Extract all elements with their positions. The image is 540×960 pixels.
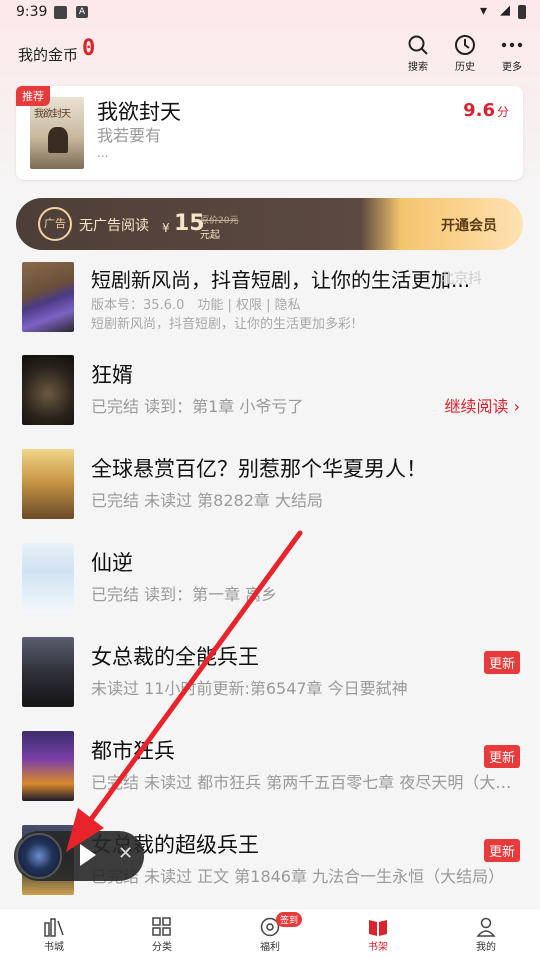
book-cover[interactable]: [22, 637, 74, 707]
update-badge: 更新: [483, 839, 520, 862]
book-title: 全球悬赏百亿？别惹那个华夏男人！: [91, 457, 427, 481]
book-cover[interactable]: [22, 449, 74, 519]
coin-value[interactable]: 0: [82, 36, 95, 61]
app-notification-icon: A: [76, 6, 88, 18]
ad-cover[interactable]: [22, 262, 74, 332]
coin-label: 我的金币: [18, 46, 79, 64]
bookshelf-icon: [369, 920, 387, 936]
recommend-badge: 推荐: [16, 86, 50, 106]
nav-category[interactable]: 分类: [132, 917, 192, 953]
book-cover[interactable]: [22, 543, 74, 613]
category-icon: [152, 917, 171, 936]
update-badge: 更新: [483, 651, 520, 674]
search-label: 搜索: [408, 62, 428, 73]
battery-icon: [518, 5, 526, 19]
nav-label: 分类: [152, 942, 172, 953]
book-info: 已完结 未读过 都市狂兵 第两千五百零七章 夜尽天明（大结局）: [91, 773, 526, 792]
list-item[interactable]: 狂婿 已完结 读到：第1章 小爷亏了 继续阅读 ›: [0, 355, 540, 449]
nav-profile[interactable]: 我的: [456, 917, 516, 953]
search-button[interactable]: 搜索: [400, 34, 436, 73]
history-button[interactable]: 历史: [447, 34, 483, 73]
profile-icon: [476, 917, 496, 937]
recommend-card[interactable]: 我欲封天 推荐 我欲封天 我若要有 ... 9.6 分: [16, 86, 523, 180]
audio-cover-disc[interactable]: [16, 833, 62, 879]
sign-in-badge[interactable]: 签到: [276, 912, 303, 927]
nav-label: 我的: [476, 942, 496, 953]
wifi-icon: ▾: [480, 3, 488, 19]
book-cover[interactable]: [22, 355, 74, 425]
book-info: 已完结 读到：第一章 离乡: [91, 585, 278, 604]
book-info: 已完结 读到：第1章 小爷亏了: [91, 397, 304, 416]
book-title: 都市狂兵: [91, 739, 175, 763]
no-ads-icon: 广告: [38, 207, 72, 241]
book-info: 已完结 未读过 第8282章 大结局: [91, 491, 323, 510]
nav-bookshelf[interactable]: 书架: [348, 917, 408, 953]
recommend-book-cover[interactable]: 我欲封天: [30, 97, 84, 169]
book-info: 已完结 未读过 正文 第1846章 九法合一生永恒（大结局）: [91, 867, 505, 886]
bottom-nav: 书城 分类 福利 书架 我的: [0, 908, 540, 960]
recommend-score: 9.6 分: [463, 100, 509, 121]
recommend-subtitle: 我若要有: [97, 126, 162, 145]
play-icon[interactable]: [80, 844, 96, 866]
continue-reading-link[interactable]: 继续阅读 ›: [445, 393, 521, 417]
bookstore-icon: [44, 918, 64, 937]
more-label: 更多: [502, 62, 522, 73]
status-bar: 9:39 A ▾ ◢: [0, 0, 540, 26]
app-header: 我的金币 0 搜索 历史 更多: [0, 28, 540, 76]
recommend-ellipsis: ...: [97, 146, 109, 160]
signal-icon: ◢: [500, 3, 510, 18]
ad-meta[interactable]: 版本号：35.6.0 功能 | 权限 | 隐私: [91, 294, 301, 313]
more-icon: [501, 42, 523, 48]
search-icon: [408, 35, 428, 55]
vip-banner[interactable]: 广告 无广告阅读 ¥ 15 原价20元 元起 开通会员: [16, 198, 523, 250]
book-title: 女总裁的全能兵王: [91, 645, 259, 669]
ad-ghost-text: 北京抖: [440, 271, 482, 287]
more-button[interactable]: 更多: [494, 34, 530, 73]
nav-label: 书城: [44, 942, 64, 953]
vip-banner-text: 无广告阅读: [79, 218, 149, 234]
nav-bookstore[interactable]: 书城: [24, 917, 84, 953]
book-title: 狂婿: [91, 363, 133, 387]
ad-title: 短剧新风尚，抖音短剧，让你的生活更加...: [91, 268, 471, 292]
status-time: 9:39: [16, 4, 48, 20]
ad-description: 短剧新风尚，抖音短剧，让你的生活更加多彩!: [91, 317, 357, 332]
update-badge: 更新: [483, 745, 520, 768]
ad-item[interactable]: 短剧新风尚，抖音短剧，让你的生活更加... 北京抖 版本号：35.6.0 功能 …: [0, 262, 540, 356]
list-item[interactable]: 全球悬赏百亿？别惹那个华夏男人！ 已完结 未读过 第8282章 大结局: [0, 449, 540, 543]
nav-label: 福利: [260, 942, 280, 953]
floating-audio-player[interactable]: ✕: [14, 831, 144, 881]
notification-icon: [54, 6, 67, 19]
list-item[interactable]: 女总裁的全能兵王 未读过 11小时前更新:第6547章 今日要弑神 更新: [0, 637, 540, 731]
book-title: 仙逆: [91, 551, 133, 575]
book-info: 未读过 11小时前更新:第6547章 今日要弑神: [91, 679, 408, 698]
history-label: 历史: [455, 62, 475, 73]
nav-label: 书架: [368, 942, 388, 953]
list-item[interactable]: 仙逆 已完结 读到：第一章 离乡: [0, 543, 540, 637]
list-item[interactable]: 都市狂兵 已完结 未读过 都市狂兵 第两千五百零七章 夜尽天明（大结局） 更新: [0, 731, 540, 825]
book-cover[interactable]: [22, 731, 74, 801]
close-icon[interactable]: ✕: [118, 843, 133, 864]
open-vip-button[interactable]: 开通会员: [441, 215, 497, 235]
clock-icon: [455, 35, 475, 55]
